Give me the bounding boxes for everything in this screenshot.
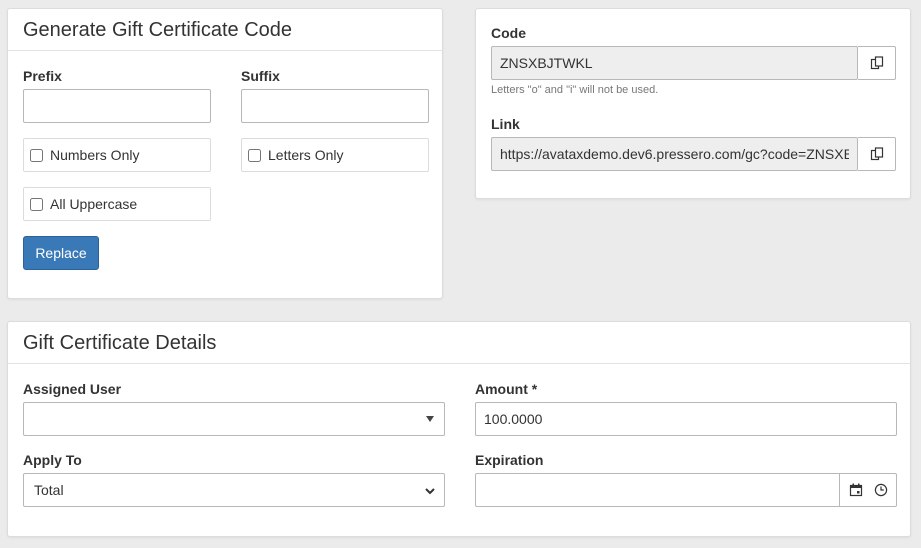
amount-input[interactable] bbox=[475, 402, 897, 436]
code-field[interactable] bbox=[491, 46, 858, 80]
copy-icon bbox=[870, 147, 883, 161]
time-button[interactable] bbox=[869, 478, 893, 502]
clock-icon bbox=[874, 483, 887, 497]
suffix-label: Suffix bbox=[241, 68, 280, 84]
numbers-only-label: Numbers Only bbox=[50, 147, 140, 163]
amount-label: Amount * bbox=[475, 381, 538, 397]
prefix-input[interactable] bbox=[23, 89, 211, 123]
copy-link-button[interactable] bbox=[858, 137, 896, 171]
expiration-label: Expiration bbox=[475, 452, 544, 468]
letters-only-label: Letters Only bbox=[268, 147, 344, 163]
all-uppercase-label: All Uppercase bbox=[50, 196, 138, 212]
expiration-picker-buttons bbox=[840, 473, 897, 507]
replace-button[interactable]: Replace bbox=[23, 236, 99, 270]
apply-to-value: Total bbox=[34, 482, 64, 498]
numbers-only-checkbox[interactable] bbox=[30, 148, 43, 162]
letters-only-option[interactable]: Letters Only bbox=[241, 138, 429, 172]
expiration-input[interactable] bbox=[475, 473, 840, 507]
code-help-text: Letters "o" and "i" will not be used. bbox=[491, 84, 659, 96]
code-link-panel: Code Letters "o" and "i" will not be use… bbox=[475, 8, 911, 199]
all-uppercase-checkbox[interactable] bbox=[30, 197, 43, 211]
caret-down-icon bbox=[426, 416, 434, 422]
details-panel: Gift Certificate Details Assigned User A… bbox=[7, 321, 911, 537]
assigned-user-select[interactable] bbox=[23, 402, 445, 436]
letters-only-checkbox[interactable] bbox=[248, 148, 261, 162]
apply-to-label: Apply To bbox=[23, 452, 82, 468]
numbers-only-option[interactable]: Numbers Only bbox=[23, 138, 211, 172]
calendar-button[interactable] bbox=[844, 478, 868, 502]
prefix-label: Prefix bbox=[23, 68, 62, 84]
suffix-input[interactable] bbox=[241, 89, 429, 123]
copy-icon bbox=[870, 56, 883, 70]
generate-code-panel: Generate Gift Certificate Code Prefix Su… bbox=[7, 8, 443, 299]
assigned-user-label: Assigned User bbox=[23, 381, 122, 397]
details-title: Gift Certificate Details bbox=[8, 322, 910, 364]
link-label: Link bbox=[491, 116, 520, 132]
generate-code-title: Generate Gift Certificate Code bbox=[8, 9, 442, 51]
copy-code-button[interactable] bbox=[858, 46, 896, 80]
code-label: Code bbox=[491, 25, 526, 41]
link-field[interactable] bbox=[491, 137, 858, 171]
all-uppercase-option[interactable]: All Uppercase bbox=[23, 187, 211, 221]
calendar-icon bbox=[849, 483, 862, 497]
apply-to-select[interactable]: Total bbox=[23, 473, 445, 507]
chevron-down-icon bbox=[425, 488, 435, 495]
